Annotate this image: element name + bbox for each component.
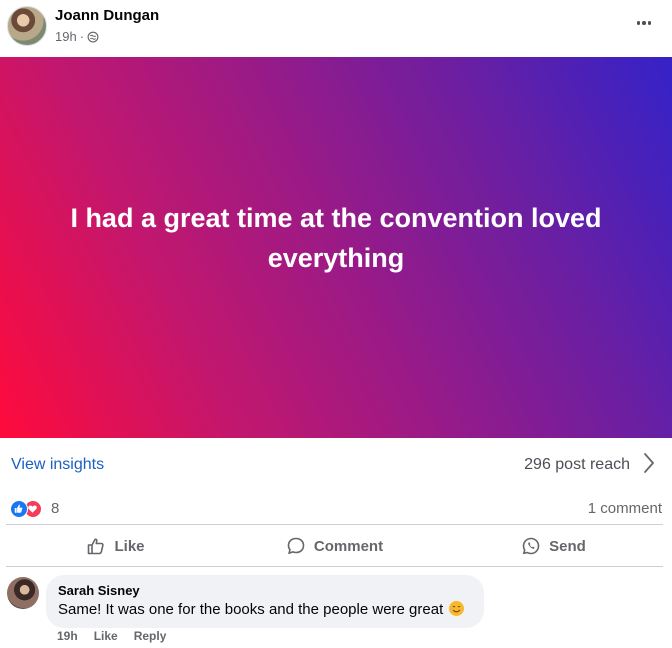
post-meta: 19h · bbox=[55, 29, 99, 44]
divider bbox=[6, 566, 663, 567]
comments-count[interactable]: 1 comment bbox=[588, 500, 662, 517]
commenter-avatar[interactable] bbox=[7, 577, 39, 609]
insights-row: View insights 296 post reach bbox=[0, 438, 672, 492]
comment-reply-button[interactable]: Reply bbox=[134, 629, 167, 643]
more-options-icon[interactable] bbox=[633, 14, 655, 32]
comment-bubble: Sarah Sisney Same! It was one for the bo… bbox=[46, 575, 484, 628]
comment-text: Same! It was one for the books and the p… bbox=[58, 601, 465, 618]
post-time[interactable]: 19h bbox=[55, 29, 77, 44]
comment-button[interactable]: Comment bbox=[225, 526, 444, 566]
comment-label: Comment bbox=[313, 537, 384, 555]
like-button[interactable]: Like bbox=[6, 526, 225, 566]
comment-meta: 19h Like Reply bbox=[57, 629, 166, 643]
like-label: Like bbox=[114, 537, 145, 555]
reaction-icons[interactable] bbox=[10, 500, 48, 518]
reaction-count[interactable]: 8 bbox=[51, 500, 59, 517]
whatsapp-icon bbox=[522, 537, 540, 555]
chevron-right-icon[interactable] bbox=[642, 452, 656, 474]
view-insights-link[interactable]: View insights bbox=[11, 456, 104, 474]
post-background: I had a great time at the convention lov… bbox=[0, 57, 672, 438]
post-text: I had a great time at the convention lov… bbox=[70, 202, 602, 273]
reactions-row: 8 1 comment bbox=[0, 495, 672, 523]
thumbs-up-icon bbox=[88, 538, 105, 555]
globe-icon[interactable] bbox=[87, 31, 99, 43]
author-avatar[interactable] bbox=[7, 6, 47, 46]
post-actions: Like Comment Send bbox=[6, 526, 663, 566]
dot bbox=[636, 21, 641, 25]
dot bbox=[647, 21, 652, 25]
post-reach[interactable]: 296 post reach bbox=[524, 456, 630, 474]
comment-time[interactable]: 19h bbox=[57, 629, 78, 643]
post-header: Joann Dungan 19h · bbox=[0, 0, 672, 57]
meta-separator: · bbox=[79, 29, 85, 44]
author-name[interactable]: Joann Dungan bbox=[55, 7, 159, 24]
comment-like-button[interactable]: Like bbox=[94, 629, 118, 643]
smiling-emoji-icon bbox=[449, 601, 465, 616]
send-button[interactable]: Send bbox=[444, 526, 663, 566]
comment-icon bbox=[287, 537, 305, 555]
comment-body: Same! It was one for the books and the p… bbox=[58, 601, 444, 618]
commenter-name[interactable]: Sarah Sisney bbox=[58, 583, 472, 598]
like-reaction-icon bbox=[10, 500, 28, 518]
divider bbox=[6, 524, 663, 525]
dot bbox=[642, 21, 646, 25]
send-label: Send bbox=[549, 537, 586, 555]
comment-item: Sarah Sisney Same! It was one for the bo… bbox=[0, 573, 672, 648]
